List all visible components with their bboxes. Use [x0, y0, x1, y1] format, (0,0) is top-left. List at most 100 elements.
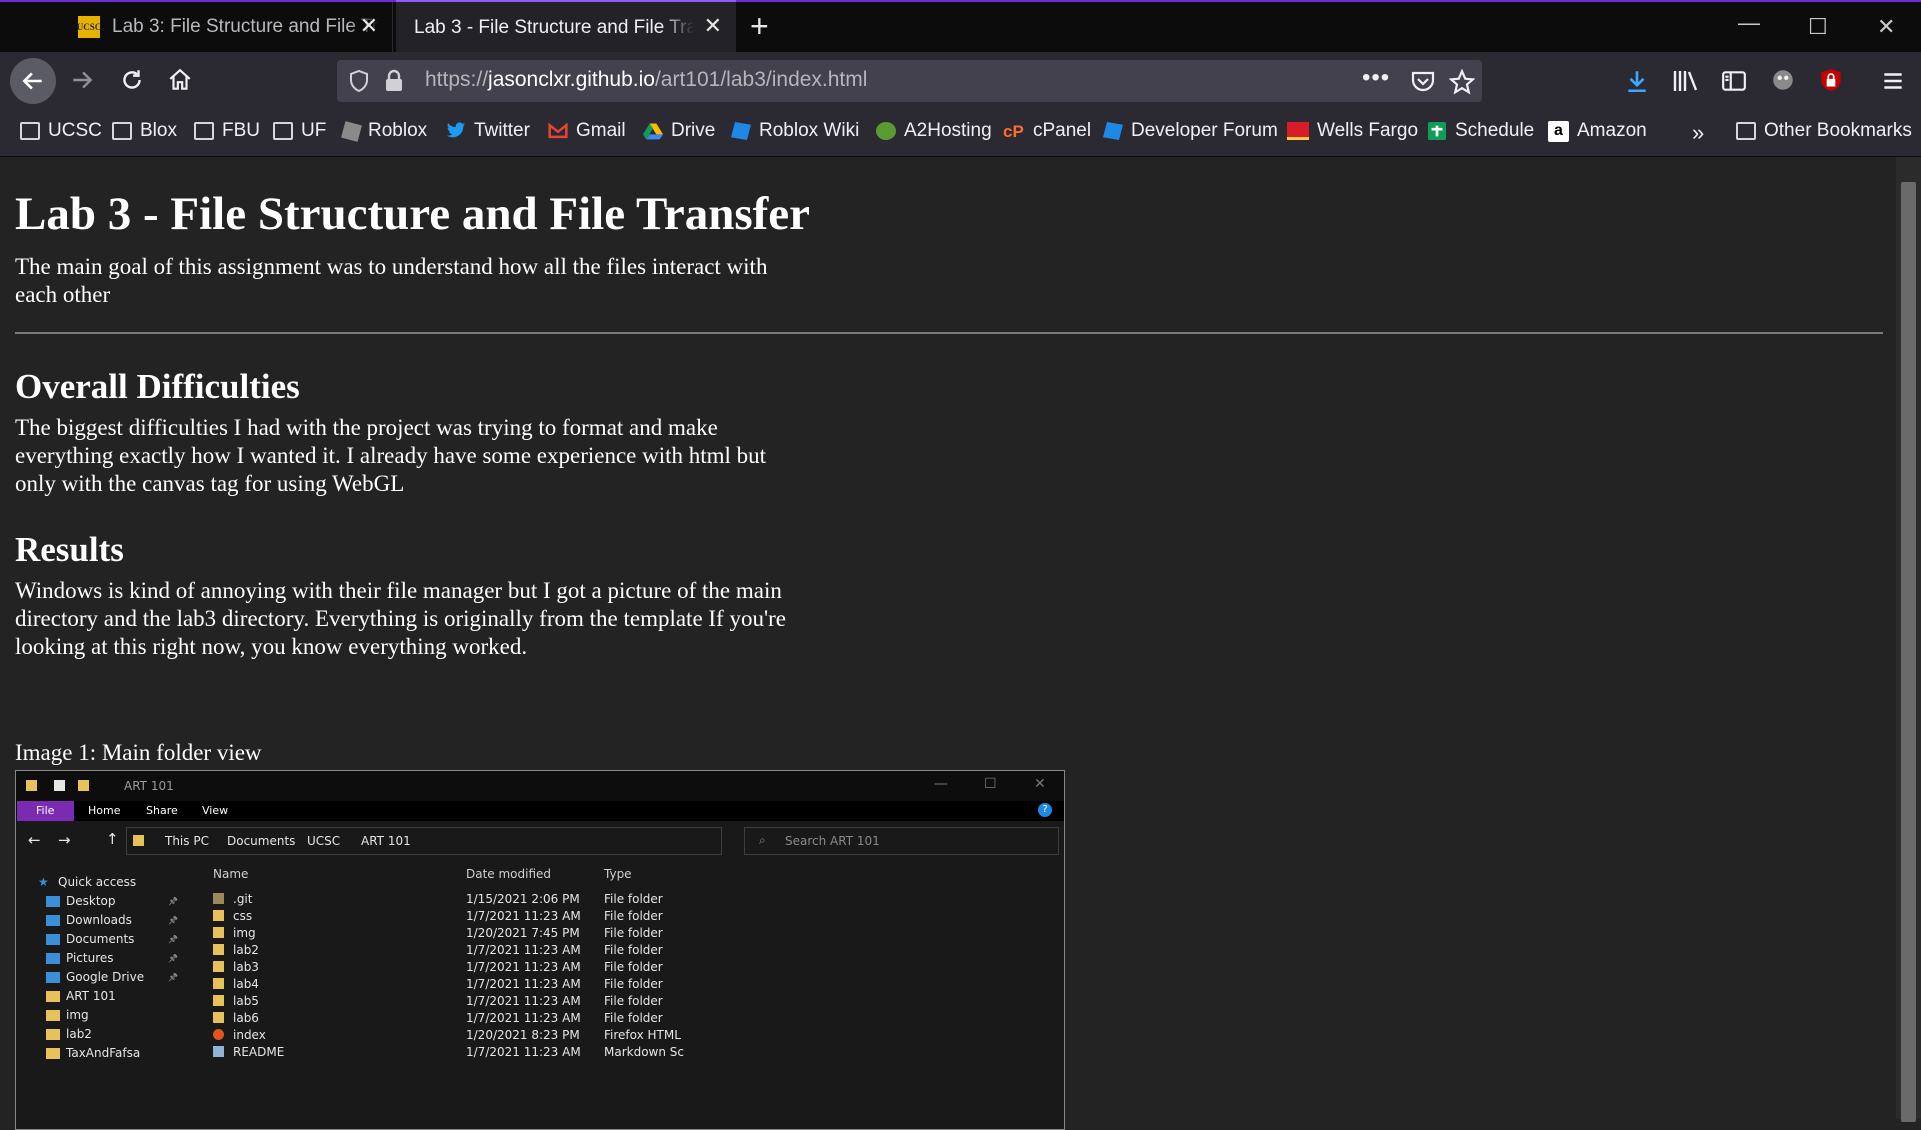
- gmail-icon: [548, 122, 568, 139]
- folder-icon: [213, 944, 224, 955]
- bookmark-ucsc[interactable]: UCSC: [20, 120, 102, 142]
- folder-icon: [213, 961, 224, 972]
- file-type: File folder: [604, 892, 663, 906]
- file-type: File folder: [604, 909, 663, 923]
- section-heading: Overall Difficulties: [15, 367, 300, 406]
- bookmark-schedule[interactable]: Schedule: [1427, 120, 1534, 142]
- bookmark-star-icon[interactable]: [1449, 69, 1475, 95]
- tab-lab3-active[interactable]: Lab 3 - File Structure and File Transfer…: [396, 0, 736, 54]
- bookmark-wells-fargo[interactable]: Wells Fargo: [1287, 120, 1418, 142]
- file-name: lab4: [233, 977, 259, 991]
- hamburger-menu-icon[interactable]: [1880, 68, 1906, 94]
- twitter-icon: [446, 122, 466, 138]
- explorer-ribbon: File Home Share View ?: [16, 801, 1064, 821]
- reload-button[interactable]: [112, 60, 152, 100]
- bookmark-fbu[interactable]: FBU: [194, 120, 260, 142]
- explorer-nav-pane: ★ Quick access Desktop 📌 Downloads 📌 Documents…: [16, 861, 201, 1129]
- forward-button[interactable]: [62, 60, 102, 100]
- lock-icon[interactable]: [383, 69, 405, 93]
- extension-ghost-icon[interactable]: [1770, 67, 1796, 93]
- close-window-icon[interactable]: ✕: [1877, 14, 1895, 40]
- bookmark-roblox[interactable]: Roblox: [341, 120, 428, 142]
- intro-paragraph: The main goal of this assignment was to …: [15, 254, 768, 307]
- folder-icon: [112, 122, 132, 140]
- url-text[interactable]: https://jasonclxr.github.io/art101/lab3/…: [425, 68, 867, 92]
- file-type: File folder: [604, 1011, 663, 1025]
- bookmark-blox[interactable]: Blox: [112, 120, 177, 142]
- up-arrow-icon: ↑: [106, 830, 119, 848]
- folder-icon: [213, 893, 224, 904]
- nav-item-label: ART 101: [66, 989, 116, 1003]
- ucsc-favicon-icon: UCSC: [77, 16, 101, 38]
- close-tab-icon[interactable]: ✕: [360, 15, 378, 37]
- more-bookmarks-chevron-icon[interactable]: »: [1692, 120, 1704, 146]
- file-type: File folder: [604, 977, 663, 991]
- bookmark-label: Gmail: [576, 120, 626, 141]
- search-icon: ⌕: [759, 833, 766, 847]
- explorer-nav-item: Pictures 📌: [46, 951, 178, 965]
- bookmark-cpanel[interactable]: cP cPanel: [1003, 120, 1091, 142]
- page-actions-menu-icon[interactable]: •••: [1362, 64, 1390, 92]
- other-bookmarks[interactable]: Other Bookmarks: [1736, 120, 1912, 142]
- library-icon[interactable]: [1672, 68, 1700, 94]
- ublock-origin-icon[interactable]: [1818, 67, 1844, 93]
- bookmark-uf[interactable]: UF: [273, 120, 326, 142]
- tab-lab3-ucsc[interactable]: UCSC Lab 3: File Structure and File Tran…: [62, 2, 393, 52]
- ribbon-tab: Home: [88, 804, 121, 817]
- bookmark-roblox-wiki[interactable]: Roblox Wiki: [731, 120, 859, 142]
- downloads-icon[interactable]: [1624, 68, 1650, 94]
- url-bar[interactable]: https://jasonclxr.github.io/art101/lab3/…: [337, 60, 1482, 102]
- section-heading: Results: [15, 530, 124, 569]
- bookmark-label: Amazon: [1577, 120, 1647, 141]
- minimize-icon[interactable]: —: [1738, 10, 1760, 36]
- folder-icon: [46, 933, 60, 945]
- properties-icon: [54, 780, 65, 791]
- explorer-nav-item: TaxAndFafsa: [46, 1046, 140, 1060]
- bookmark-label: A2Hosting: [904, 120, 992, 141]
- file-date: 1/7/2021 11:23 AM: [466, 994, 581, 1008]
- folder-icon: [46, 990, 60, 1002]
- bookmark-amazon[interactable]: a Amazon: [1548, 120, 1647, 142]
- bookmark-label: Roblox: [368, 120, 428, 141]
- scrollbar-thumb[interactable]: [1901, 182, 1916, 1122]
- bookmark-a2hosting[interactable]: A2Hosting: [876, 120, 992, 142]
- page-title: Lab 3 - File Structure and File Transfer: [15, 188, 811, 240]
- new-tab-plus-icon[interactable]: +: [750, 10, 769, 42]
- page-scrollbar[interactable]: [1896, 157, 1921, 1122]
- bookmark-label: Schedule: [1455, 120, 1535, 141]
- ribbon-tab: File: [36, 804, 55, 817]
- tracking-shield-icon[interactable]: [347, 69, 371, 93]
- back-button[interactable]: [10, 58, 56, 104]
- file-name: img: [233, 926, 256, 940]
- search-placeholder: Search ART 101: [785, 834, 880, 848]
- folder-icon: [213, 1012, 224, 1023]
- bookmark-drive[interactable]: Drive: [643, 120, 715, 142]
- path-segment: UCSC: [307, 834, 341, 848]
- file-date: 1/7/2021 11:23 AM: [466, 1045, 581, 1059]
- cpanel-icon: cP: [1003, 122, 1024, 141]
- pocket-icon[interactable]: [1410, 69, 1436, 93]
- bookmark-label: Blox: [140, 120, 177, 141]
- ribbon-tab: View: [202, 804, 229, 817]
- folder-icon: [213, 995, 224, 1006]
- home-icon: [169, 68, 191, 90]
- maximize-icon[interactable]: ☐: [1808, 14, 1828, 40]
- column-header: Name: [213, 867, 249, 881]
- column-header: Type: [604, 867, 632, 881]
- bookmark-developer-forum[interactable]: Developer Forum: [1103, 120, 1278, 142]
- close-tab-icon[interactable]: ✕: [704, 15, 722, 37]
- forward-arrow-icon: [73, 71, 93, 89]
- folder-icon: [46, 971, 60, 983]
- bookmark-label: Drive: [671, 120, 716, 141]
- explorer-screenshot-image: ART 101 — ☐ ✕ File Home Share View ? ← →…: [15, 770, 1065, 1130]
- amazon-icon: a: [1548, 120, 1569, 142]
- bookmark-label: UF: [301, 120, 327, 141]
- folder-icon: [213, 910, 224, 921]
- file-type: Firefox HTML: [604, 1028, 681, 1042]
- bookmark-twitter[interactable]: Twitter: [446, 120, 530, 142]
- home-button[interactable]: [160, 60, 200, 100]
- bookmark-gmail[interactable]: Gmail: [548, 120, 626, 142]
- file-date: 1/7/2021 11:23 AM: [466, 960, 581, 974]
- pin-icon: 📌: [168, 915, 178, 925]
- sidebar-icon[interactable]: [1721, 68, 1747, 94]
